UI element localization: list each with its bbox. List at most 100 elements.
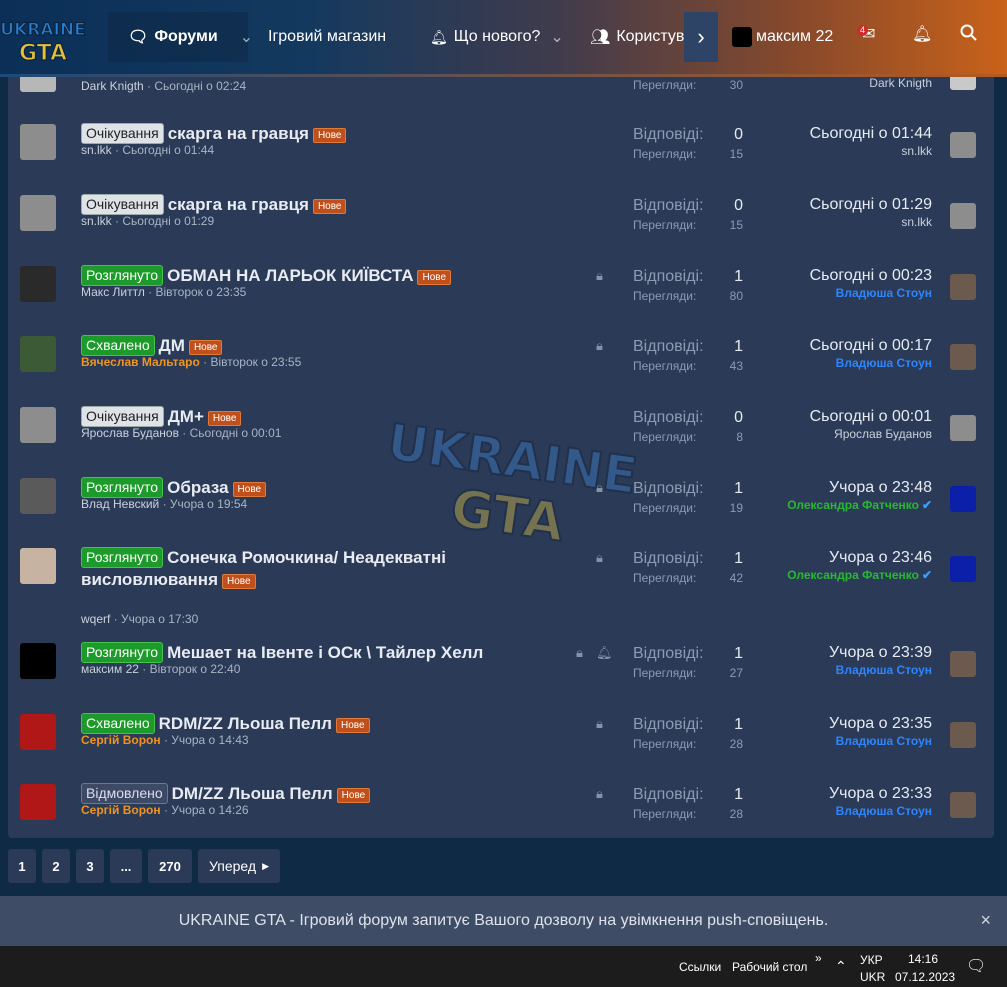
last-post-date[interactable]: Учора о 23:33 xyxy=(829,785,932,803)
avatar[interactable] xyxy=(950,556,976,582)
thread-title[interactable]: скарга на гравця xyxy=(168,124,309,143)
taskbar-date[interactable]: 07.12.2023 xyxy=(895,970,955,984)
thread-title-line[interactable]: Схвалено RDM/ZZ Льоша Пелл Нове xyxy=(81,713,370,735)
thread-title[interactable]: RDM/ZZ Льоша Пелл xyxy=(159,714,332,733)
thread-title[interactable]: ДМ+ xyxy=(168,407,204,426)
avatar[interactable] xyxy=(20,784,56,820)
last-post-user[interactable]: Владюша Стоун xyxy=(836,663,932,677)
last-post-user[interactable]: sn.lkk xyxy=(901,144,932,158)
last-post-date[interactable]: Сьогодні о 00:23 xyxy=(810,267,932,285)
thread-title-line[interactable]: Очікування скарга на гравця Нове xyxy=(81,194,347,216)
notification-center-icon[interactable]: 🗨 xyxy=(966,956,986,976)
thread-prefix-badge[interactable]: Розглянуто xyxy=(81,477,164,498)
avatar[interactable] xyxy=(20,124,56,160)
thread-author[interactable]: максим 22 xyxy=(81,662,139,676)
last-post-date[interactable]: Учора о 23:48 xyxy=(829,479,932,497)
table-row[interactable]: Схвалено ДМ Нове Вячеслав Мальтаро · Вівтор… xyxy=(8,332,994,402)
avatar[interactable] xyxy=(20,714,56,750)
avatar[interactable] xyxy=(950,415,976,441)
last-post-date[interactable]: Сьогодні о 00:17 xyxy=(810,337,932,355)
avatar[interactable] xyxy=(20,266,56,302)
thread-prefix-badge[interactable]: Очікування xyxy=(81,194,164,215)
taskbar-time[interactable]: 14:16 xyxy=(908,952,938,966)
thread-prefix-badge[interactable]: Схвалено xyxy=(81,713,155,734)
taskbar-lang-1[interactable]: УКР xyxy=(860,953,883,967)
thread-title[interactable]: Мешает на Івенте і ОСк \ Тайлер Хелл xyxy=(167,643,483,662)
thread-title[interactable]: ОБМАН НА ЛАРЬОК КИЇВСТА xyxy=(167,266,413,285)
thread-title-line[interactable]: Розглянуто Образа Нове xyxy=(81,477,267,499)
thread-title-line[interactable]: Схвалено ДМ Нове xyxy=(81,335,223,357)
thread-title-line[interactable]: Очікування ДМ+ Нове xyxy=(81,406,242,428)
next-page-button[interactable]: Уперед ▶ xyxy=(198,849,280,883)
last-post-user[interactable]: Владюша Стоун xyxy=(836,286,932,300)
taskbar-expand-icon[interactable]: » xyxy=(815,951,822,965)
avatar[interactable] xyxy=(950,722,976,748)
page-last-button[interactable]: 270 xyxy=(148,849,192,883)
last-post-date[interactable]: Учора о 23:35 xyxy=(829,715,932,733)
thread-author[interactable]: Dark Knigth xyxy=(81,79,144,93)
chevron-up-icon[interactable]: ⌃ xyxy=(835,958,847,975)
table-row[interactable]: Очікування скарга на гравця Нове sn.lkk · С… xyxy=(8,191,994,261)
avatar[interactable] xyxy=(20,643,56,679)
nav-users[interactable]: 👥︎ Користувачі xyxy=(590,12,690,62)
thread-title[interactable]: Образа xyxy=(167,478,228,497)
taskbar-links[interactable]: Ссылки xyxy=(679,960,721,974)
avatar[interactable] xyxy=(950,651,976,677)
table-row[interactable]: Очікування скарга на гравця Нове sn.lkk · С… xyxy=(8,120,994,190)
avatar[interactable] xyxy=(950,274,976,300)
thread-author[interactable]: Влад Невский xyxy=(81,497,159,511)
page-ellipsis-button[interactable]: ... xyxy=(110,849,142,883)
thread-author[interactable]: Сергій Ворон xyxy=(81,733,161,747)
last-post-user[interactable]: Олександра Фатченко ✔ xyxy=(787,568,932,582)
thread-prefix-badge[interactable]: Очікування xyxy=(81,123,164,144)
search-icon[interactable] xyxy=(960,24,978,47)
thread-author[interactable]: sn.lkk xyxy=(81,143,112,157)
thread-prefix-badge[interactable]: Схвалено xyxy=(81,335,155,356)
last-post-user[interactable]: Олександра Фатченко ✔ xyxy=(787,498,932,512)
table-row[interactable]: Схвалено RDM/ZZ Льоша Пелл Нове Сергій Воро… xyxy=(8,710,994,780)
avatar[interactable] xyxy=(950,132,976,158)
last-post-user[interactable]: Ярослав Буданов xyxy=(834,427,932,441)
nav-shop[interactable]: Ігровий магазин xyxy=(268,12,386,62)
thread-title-line[interactable]: Відмовлено DM/ZZ Льоша Пелл Нове xyxy=(81,783,371,805)
avatar[interactable] xyxy=(950,486,976,512)
table-row[interactable]: Розглянуто Мешает на Івенте і ОСк \ Тайле… xyxy=(8,639,994,709)
thread-title-line[interactable]: Розглянуто Сонечка Ромочкина/ Неадекватні… xyxy=(81,547,446,591)
alerts-bell-icon[interactable]: 🔔︎ xyxy=(912,24,932,44)
avatar[interactable] xyxy=(20,478,56,514)
avatar[interactable] xyxy=(20,407,56,443)
avatar[interactable] xyxy=(950,203,976,229)
last-post-user[interactable]: Dark Knigth xyxy=(869,76,932,90)
thread-author[interactable]: sn.lkk xyxy=(81,214,112,228)
thread-author[interactable]: Вячеслав Мальтаро xyxy=(81,355,200,369)
taskbar-lang-2[interactable]: UKR xyxy=(860,970,885,984)
avatar[interactable] xyxy=(20,336,56,372)
last-post-user[interactable]: Владюша Стоун xyxy=(836,734,932,748)
table-row[interactable]: Dark Knigth · Сьогодні о 02:24 Перегляди… xyxy=(8,76,994,106)
chevron-down-icon[interactable]: ⌄ xyxy=(550,27,563,47)
avatar[interactable] xyxy=(950,344,976,370)
last-post-date[interactable]: Учора о 23:39 xyxy=(829,644,932,662)
thread-title-line[interactable]: Розглянуто ОБМАН НА ЛАРЬОК КИЇВСТА Нове xyxy=(81,265,452,287)
page-2-button[interactable]: 2 xyxy=(42,849,70,883)
thread-author[interactable]: Ярослав Буданов xyxy=(81,426,179,440)
thread-author[interactable]: wqerf xyxy=(81,612,110,626)
site-logo[interactable]: UKRAINE GTA xyxy=(0,8,86,68)
nav-scroll-right-button[interactable]: › xyxy=(684,12,718,62)
last-post-user[interactable]: sn.lkk xyxy=(901,215,932,229)
table-row[interactable]: Розглянуто ОБМАН НА ЛАРЬОК КИЇВСТА Нове Мак… xyxy=(8,262,994,332)
taskbar-desktop[interactable]: Рабочий стол xyxy=(732,960,807,974)
thread-prefix-badge[interactable]: Очікування xyxy=(81,406,164,427)
thread-author[interactable]: Сергій Ворон xyxy=(81,803,161,817)
thread-title[interactable]: Сонечка Ромочкина/ Неадекватні xyxy=(167,548,446,567)
thread-title-line[interactable]: Очікування скарга на гравця Нове xyxy=(81,123,347,145)
thread-title-line[interactable]: Розглянуто Мешает на Івенте і ОСк \ Тайле… xyxy=(81,642,483,664)
avatar[interactable] xyxy=(20,548,56,584)
thread-title[interactable]: DM/ZZ Льоша Пелл xyxy=(172,784,333,803)
table-row[interactable]: Очікування ДМ+ Нове Ярослав Буданов · Сього… xyxy=(8,403,994,473)
thread-prefix-badge[interactable]: Відмовлено xyxy=(81,783,168,804)
last-post-date[interactable]: Сьогодні о 00:01 xyxy=(810,408,932,426)
page-3-button[interactable]: 3 xyxy=(76,849,104,883)
table-row[interactable]: Розглянуто Образа Нове Влад Невский · Учора… xyxy=(8,474,994,544)
nav-account[interactable]: максим 22 xyxy=(732,12,833,62)
